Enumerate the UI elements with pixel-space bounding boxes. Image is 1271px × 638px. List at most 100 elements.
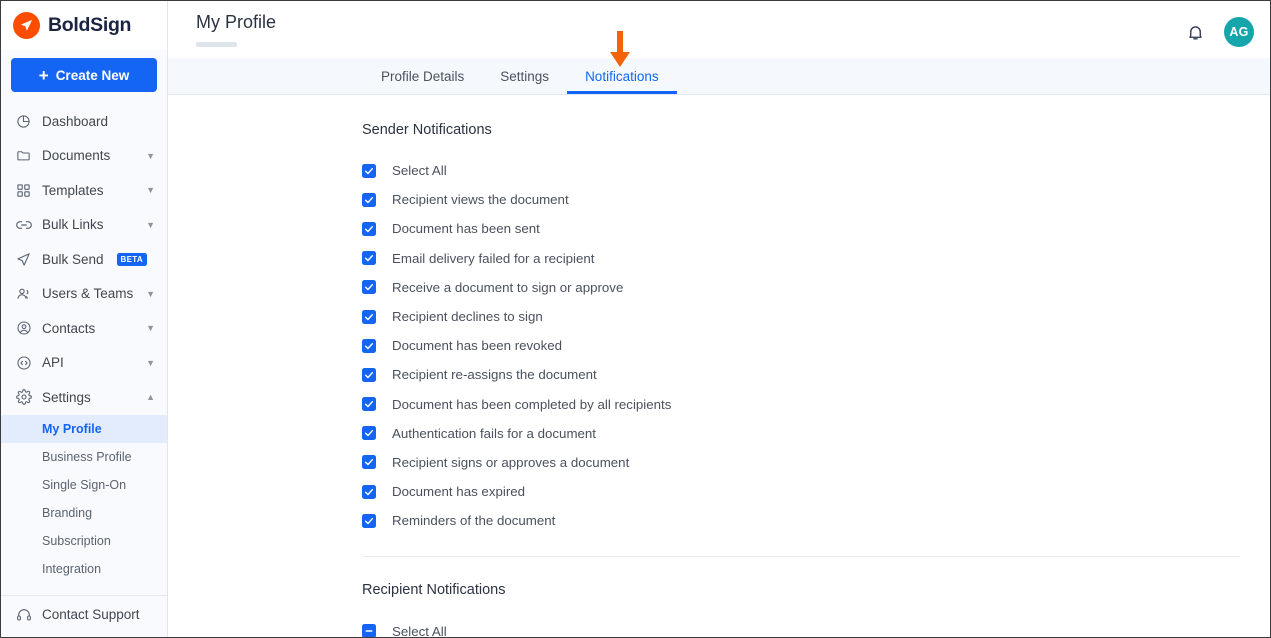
sidebar-sublabel: Single Sign-On <box>42 477 127 492</box>
tab-settings[interactable]: Settings <box>482 58 567 94</box>
create-new-button[interactable]: + Create New <box>11 58 157 92</box>
sidebar-item-dashboard[interactable]: Dashboard <box>1 104 167 139</box>
sidebar-subitem-integration[interactable]: Integration <box>1 555 167 583</box>
contact-support-button[interactable]: Contact Support <box>15 606 167 623</box>
top-bar-actions: AG <box>1184 13 1254 47</box>
sidebar-sublabel: Business Profile <box>42 449 132 464</box>
sidebar-label: Templates <box>42 182 104 198</box>
code-icon <box>15 354 32 371</box>
checkbox-label: Email delivery failed for a recipient <box>392 250 595 266</box>
chevron-down-icon: ▼ <box>146 357 155 368</box>
link-icon <box>15 216 32 233</box>
sidebar-item-settings[interactable]: Settings ▲ <box>1 380 167 415</box>
sidebar-subitem-business-profile[interactable]: Business Profile <box>1 443 167 471</box>
checkbox-row-email-delivery-failed[interactable]: Email delivery failed for a recipient <box>168 244 1270 273</box>
chevron-down-icon: ▼ <box>146 150 155 161</box>
sidebar-label: Users & Teams <box>42 286 134 302</box>
brand-logo[interactable]: BoldSign <box>1 1 167 50</box>
sidebar-sublabel: Integration <box>42 561 102 576</box>
sidebar-label: Documents <box>42 148 111 164</box>
paper-plane-icon <box>13 12 40 39</box>
checkbox-checked-icon[interactable] <box>362 251 376 266</box>
title-placeholder-bar <box>196 41 237 47</box>
sidebar-subitem-branding[interactable]: Branding <box>1 499 167 527</box>
checkbox-row-document-revoked[interactable]: Document has been revoked <box>168 331 1270 360</box>
checkbox-row-document-completed[interactable]: Document has been completed by all recip… <box>168 390 1270 419</box>
sidebar-nav: Dashboard Documents ▼ Templates ▼ Bulk L… <box>1 102 167 595</box>
chevron-down-icon: ▼ <box>146 288 155 299</box>
checkbox-label: Recipient views the document <box>392 192 569 208</box>
checkbox-row-recipient-reassigns[interactable]: Recipient re-assigns the document <box>168 360 1270 389</box>
sidebar-label: Contacts <box>42 320 96 336</box>
sidebar-sublabel: My Profile <box>42 421 102 436</box>
users-icon <box>15 285 32 302</box>
section-title-recipient: Recipient Notifications <box>362 582 506 599</box>
checkbox-checked-icon[interactable] <box>362 426 376 441</box>
sidebar-label: Settings <box>42 389 91 405</box>
gear-icon <box>15 389 32 406</box>
checkbox-checked-icon[interactable] <box>362 338 376 353</box>
checkbox-label: Recipient declines to sign <box>392 309 543 325</box>
send-icon <box>15 251 32 268</box>
checkbox-row-recipient-declines[interactable]: Recipient declines to sign <box>168 302 1270 331</box>
checkbox-checked-icon[interactable] <box>362 309 376 324</box>
checkbox-checked-icon[interactable] <box>362 192 376 207</box>
checkbox-row-authentication-fails[interactable]: Authentication fails for a document <box>168 419 1270 448</box>
page-title-block: My Profile <box>196 12 277 47</box>
folder-icon <box>15 147 32 164</box>
checkbox-label: Recipient signs or approves a document <box>392 454 630 470</box>
tab-profile-details[interactable]: Profile Details <box>363 58 482 94</box>
checkbox-checked-icon[interactable] <box>362 367 376 382</box>
sidebar-item-documents[interactable]: Documents ▼ <box>1 139 167 174</box>
browser-window: BoldSign + Create New Dashboard Document… <box>0 0 1271 638</box>
tab-notifications[interactable]: Notifications <box>567 58 677 94</box>
checkbox-row-receive-document[interactable]: Receive a document to sign or approve <box>168 273 1270 302</box>
main-area: My Profile AG Profile Details Settings N… <box>168 1 1270 637</box>
sidebar-subitem-subscription[interactable]: Subscription <box>1 527 167 555</box>
sidebar-item-contacts[interactable]: Contacts ▼ <box>1 311 167 346</box>
avatar[interactable]: AG <box>1224 17 1254 47</box>
contact-icon <box>15 320 32 337</box>
checkbox-checked-icon[interactable] <box>362 280 376 295</box>
sidebar-footer: Contact Support <box>1 595 167 637</box>
sidebar: BoldSign + Create New Dashboard Document… <box>1 1 168 637</box>
tab-label: Settings <box>500 68 550 84</box>
sidebar-sublabel: Subscription <box>42 533 111 548</box>
sidebar-item-templates[interactable]: Templates ▼ <box>1 173 167 208</box>
checkbox-label: Recipient re-assigns the document <box>392 367 597 383</box>
checkbox-label: Document has been revoked <box>392 338 563 354</box>
sidebar-item-bulk-send[interactable]: Bulk Send BETA ▼ <box>1 242 167 277</box>
notification-bell-icon[interactable] <box>1184 21 1206 43</box>
checkbox-indeterminate-icon[interactable] <box>362 624 376 637</box>
create-new-label: Create New <box>55 67 130 83</box>
checkbox-checked-icon[interactable] <box>362 221 376 236</box>
checkbox-checked-icon[interactable] <box>362 484 376 499</box>
page-title: My Profile <box>196 12 277 32</box>
tab-label: Profile Details <box>381 68 465 84</box>
checkbox-label: Select All <box>392 163 447 179</box>
checkbox-row-select-all-sender[interactable]: Select All <box>168 156 1270 185</box>
checkbox-row-recipient-views[interactable]: Recipient views the document <box>168 185 1270 214</box>
checkbox-row-reminders[interactable]: Reminders of the document <box>168 506 1270 535</box>
checkbox-label: Reminders of the document <box>392 513 556 529</box>
checkbox-checked-icon[interactable] <box>362 455 376 470</box>
sidebar-item-bulk-links[interactable]: Bulk Links ▼ <box>1 208 167 243</box>
sidebar-item-users-teams[interactable]: Users & Teams ▼ <box>1 277 167 312</box>
checkbox-row-document-expired[interactable]: Document has expired <box>168 477 1270 506</box>
pie-chart-icon <box>15 113 32 130</box>
checkbox-row-document-sent[interactable]: Document has been sent <box>168 214 1270 243</box>
checkbox-row-select-all-recipient[interactable]: Select All <box>168 616 1270 637</box>
checkbox-checked-icon[interactable] <box>362 397 376 412</box>
chevron-down-icon: ▼ <box>146 219 155 230</box>
checkbox-checked-icon[interactable] <box>362 163 376 178</box>
sidebar-label: Dashboard <box>42 113 109 129</box>
grid-icon <box>15 182 32 199</box>
sidebar-subitem-single-sign-on[interactable]: Single Sign-On <box>1 471 167 499</box>
sidebar-subitem-my-profile[interactable]: My Profile <box>1 414 167 443</box>
sidebar-item-api[interactable]: API ▼ <box>1 346 167 381</box>
checkbox-checked-icon[interactable] <box>362 513 376 528</box>
sidebar-label: Bulk Links <box>42 217 104 233</box>
checkbox-row-recipient-signs[interactable]: Recipient signs or approves a document <box>168 448 1270 477</box>
checkbox-label: Receive a document to sign or approve <box>392 279 624 295</box>
top-bar: My Profile AG <box>168 1 1270 58</box>
